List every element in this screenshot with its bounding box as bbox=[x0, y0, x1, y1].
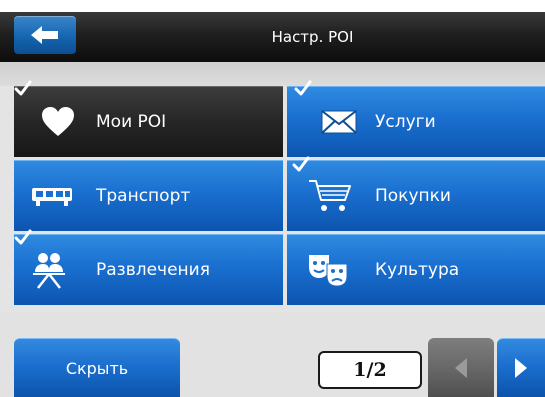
hide-button[interactable]: Скрыть bbox=[14, 338, 180, 397]
page-title: Настр. POI bbox=[271, 28, 354, 46]
triangle-right-icon bbox=[515, 358, 527, 378]
top-border bbox=[0, 0, 545, 12]
category-shopping[interactable]: Покупки bbox=[287, 160, 545, 231]
category-services[interactable]: Услуги bbox=[287, 86, 545, 157]
triangle-left-icon bbox=[455, 357, 467, 378]
shopping-cart-icon bbox=[309, 180, 351, 211]
category-label: Транспорт bbox=[96, 186, 191, 206]
checkmark-icon bbox=[292, 156, 310, 172]
page-indicator: 1/2 bbox=[318, 351, 422, 389]
checkmark-icon bbox=[294, 80, 312, 96]
category-my-poi[interactable]: Мои POI bbox=[14, 86, 283, 157]
envelope-icon bbox=[321, 110, 357, 134]
arrow-left-icon bbox=[31, 26, 58, 44]
category-label: Культура bbox=[375, 260, 460, 280]
heart-icon bbox=[42, 107, 74, 136]
category-entertainment[interactable]: Развлечения bbox=[14, 234, 283, 305]
people-icon bbox=[33, 253, 65, 289]
category-label: Мои POI bbox=[96, 112, 167, 132]
next-page-button[interactable] bbox=[497, 338, 545, 397]
theater-masks-icon bbox=[309, 255, 348, 287]
category-transport[interactable]: Транспорт bbox=[14, 160, 283, 231]
category-label: Услуги bbox=[375, 112, 436, 132]
checkmark-icon bbox=[14, 229, 32, 245]
category-label: Развлечения bbox=[96, 260, 210, 280]
bus-icon bbox=[32, 188, 72, 206]
checkmark-icon bbox=[14, 80, 32, 96]
header-separator bbox=[0, 62, 545, 86]
back-button[interactable] bbox=[14, 16, 76, 54]
previous-page-button[interactable] bbox=[428, 338, 494, 397]
category-culture[interactable]: Культура bbox=[287, 234, 545, 305]
category-label: Покупки bbox=[375, 186, 451, 206]
